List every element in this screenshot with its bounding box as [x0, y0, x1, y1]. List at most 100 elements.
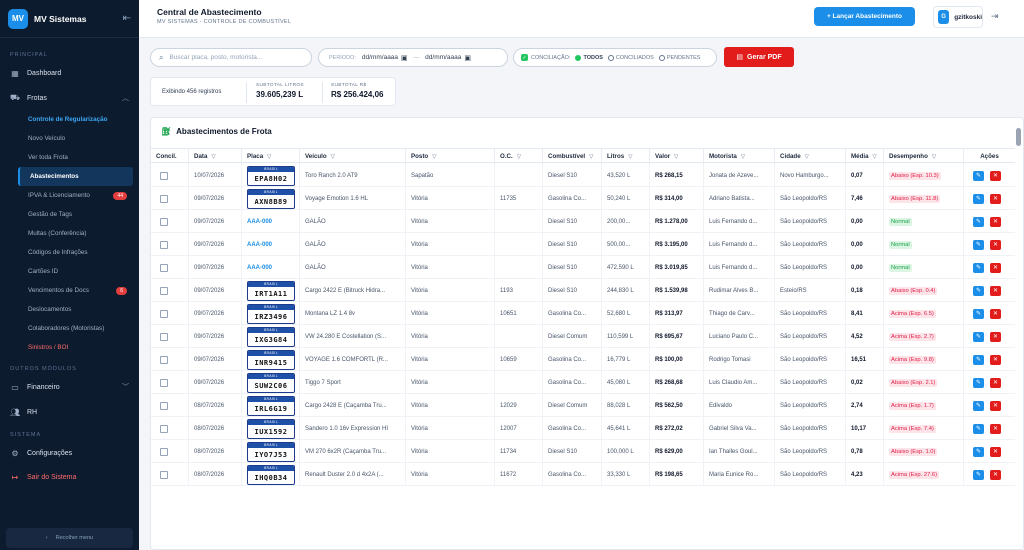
delete-icon[interactable]: ✕ [990, 239, 1001, 250]
column-header[interactable]: Desempenho ▽ [884, 149, 964, 164]
filter-icon[interactable]: ▽ [517, 154, 521, 160]
column-header[interactable]: Veículo ▽ [300, 149, 406, 164]
delete-icon[interactable]: ✕ [990, 170, 1001, 181]
conciliation-checkbox[interactable] [160, 447, 168, 456]
column-header[interactable]: Cidade ▽ [775, 149, 846, 164]
radio-pendentes[interactable] [658, 54, 665, 61]
filter-icon[interactable]: ▽ [741, 154, 745, 160]
edit-icon[interactable]: ✎ [973, 469, 984, 480]
sidebar-subitem[interactable]: Novo Veículo [18, 129, 133, 148]
table-row[interactable]: 09/07/2026 AAA-000 GALÃO Vitória Diesel S10 5… [151, 233, 1015, 256]
edit-icon[interactable]: ✎ [973, 377, 984, 388]
collapse-menu-button[interactable]: ‹ Recolher menu [6, 528, 133, 548]
delete-icon[interactable]: ✕ [990, 469, 1001, 480]
date-start-field[interactable]: dd/mm/aaaa ▣ [362, 54, 408, 62]
plate-link[interactable]: AAA-000 [247, 219, 272, 225]
delete-icon[interactable]: ✕ [990, 400, 1001, 411]
table-row[interactable]: 10/07/2026 BRASIL EPA8H02 Toro Ranch 2.0 AT… [151, 164, 1015, 187]
delete-icon[interactable]: ✕ [990, 262, 1001, 273]
plate-link[interactable]: AAA-000 [247, 242, 272, 248]
filter-icon[interactable]: ▽ [267, 154, 271, 160]
edit-icon[interactable]: ✎ [973, 423, 984, 434]
nav-rh[interactable]: 👥︎ RH [0, 401, 139, 423]
radio-pendentes-label[interactable]: PENDENTES [667, 55, 701, 61]
table-row[interactable]: 09/07/2026 BRASIL IRZ3496 Montana LZ 1.4 8v… [151, 302, 1015, 325]
license-plate[interactable]: BRASIL INR9415 [247, 349, 295, 370]
column-header[interactable]: Média ▽ [846, 149, 884, 164]
table-row[interactable]: 08/07/2026 BRASIL IYO7J53 VM 270 6x2R (Caça… [151, 440, 1015, 463]
sidebar-subitem[interactable]: Ver toda Frota [18, 148, 133, 167]
conciliation-checkbox[interactable] [160, 401, 168, 410]
license-plate[interactable]: BRASIL IRT1A11 [247, 280, 295, 301]
sidebar-subitem[interactable]: Vencimentos de Docs 6 [18, 281, 133, 300]
conciliation-checkbox[interactable] [160, 240, 168, 249]
delete-icon[interactable]: ✕ [990, 193, 1001, 204]
conciliation-checkbox[interactable] [160, 378, 168, 387]
edit-icon[interactable]: ✎ [973, 239, 984, 250]
scrollbar[interactable] [1016, 128, 1021, 146]
filter-icon[interactable]: ▽ [674, 154, 678, 160]
edit-icon[interactable]: ✎ [973, 308, 984, 319]
column-header[interactable]: Data ▽ [189, 149, 242, 164]
table-row[interactable]: 08/07/2026 BRASIL IHQ0B34 Renault Duster 2.… [151, 463, 1015, 486]
column-header[interactable]: Litros ▽ [602, 149, 650, 164]
nav-configuracoes[interactable]: ⚙ Configurações [0, 442, 139, 464]
table-row[interactable]: 09/07/2026 BRASIL SUW2C06 Tiggo 7 Sport Vitó… [151, 371, 1015, 394]
nav-financeiro[interactable]: ▭ Financeiro ﹀ [0, 376, 139, 398]
conciliation-checkbox[interactable] [160, 355, 168, 364]
delete-icon[interactable]: ✕ [990, 331, 1001, 342]
conciliation-checkbox[interactable] [160, 286, 168, 295]
table-row[interactable]: 09/07/2026 AAA-000 GALÃO Vitória Diesel S10 4… [151, 256, 1015, 279]
filter-icon[interactable]: ▽ [932, 154, 936, 160]
license-plate[interactable]: BRASIL IXG3G84 [247, 326, 295, 347]
conciliation-checkbox[interactable] [160, 470, 168, 479]
filter-icon[interactable]: ▽ [589, 154, 593, 160]
delete-icon[interactable]: ✕ [990, 377, 1001, 388]
edit-icon[interactable]: ✎ [973, 193, 984, 204]
edit-icon[interactable]: ✎ [973, 216, 984, 227]
exit-icon[interactable]: ⇥ [991, 11, 999, 22]
column-header[interactable]: Ações [964, 149, 1015, 164]
table-row[interactable]: 08/07/2026 BRASIL IUX1592 Sandero 1.0 16v E… [151, 417, 1015, 440]
filter-icon[interactable]: ▽ [805, 154, 809, 160]
column-header[interactable]: Valor ▽ [650, 149, 704, 164]
collapse-sidebar-icon[interactable]: ⇤ [123, 13, 131, 24]
license-plate[interactable]: BRASIL IHQ0B34 [247, 464, 295, 485]
sidebar-subitem[interactable]: Colaboradores (Motoristas) [18, 319, 133, 338]
table-row[interactable]: 09/07/2026 AAA-000 GALÃO Vitória Diesel S10 2… [151, 210, 1015, 233]
edit-icon[interactable]: ✎ [973, 285, 984, 296]
plate-link[interactable]: AAA-000 [247, 265, 272, 271]
filter-icon[interactable]: ▽ [331, 154, 335, 160]
conciliation-checkbox[interactable] [160, 263, 168, 272]
radio-todos-label[interactable]: TODOS [583, 55, 602, 61]
table-row[interactable]: 08/07/2026 BRASIL IRL6G19 Cargo 2428 E (Caç… [151, 394, 1015, 417]
radio-todos[interactable] [575, 54, 582, 61]
sidebar-subitem[interactable]: IPVA & Licenciamento 44 [18, 186, 133, 205]
edit-icon[interactable]: ✎ [973, 354, 984, 365]
delete-icon[interactable]: ✕ [990, 354, 1001, 365]
delete-icon[interactable]: ✕ [990, 423, 1001, 434]
launch-refuel-button[interactable]: + Lançar Abastecimento [814, 7, 915, 26]
nav-frotas[interactable]: ⛟ Frotas ︿ [0, 87, 139, 109]
column-header[interactable]: Posto ▽ [406, 149, 495, 164]
license-plate[interactable]: BRASIL IRZ3496 [247, 303, 295, 324]
sidebar-subitem[interactable]: Controle de Regularização [18, 110, 133, 129]
filter-icon[interactable]: ▽ [873, 154, 877, 160]
column-header[interactable]: Motorista ▽ [704, 149, 775, 164]
edit-icon[interactable]: ✎ [973, 331, 984, 342]
edit-icon[interactable]: ✎ [973, 446, 984, 457]
license-plate[interactable]: BRASIL IYO7J53 [247, 441, 295, 462]
column-header[interactable]: Concil. [151, 149, 189, 164]
conciliation-checkbox[interactable] [160, 217, 168, 226]
search-input[interactable]: ⌕ Buscar placa, posto, motorista... [150, 48, 312, 67]
nav-logout[interactable]: ↦ Sair do Sistema [0, 466, 139, 488]
conciliation-checkbox[interactable] [160, 309, 168, 318]
radio-conciliados[interactable] [607, 54, 614, 61]
edit-icon[interactable]: ✎ [973, 262, 984, 273]
sidebar-subitem[interactable]: Códigos de Infrações [18, 243, 133, 262]
license-plate[interactable]: BRASIL IUX1592 [247, 418, 295, 439]
conciliation-checkbox[interactable] [160, 424, 168, 433]
sidebar-subitem[interactable]: Sinistros / BOI [18, 338, 133, 357]
edit-icon[interactable]: ✎ [973, 400, 984, 411]
filter-icon[interactable]: ▽ [432, 154, 436, 160]
